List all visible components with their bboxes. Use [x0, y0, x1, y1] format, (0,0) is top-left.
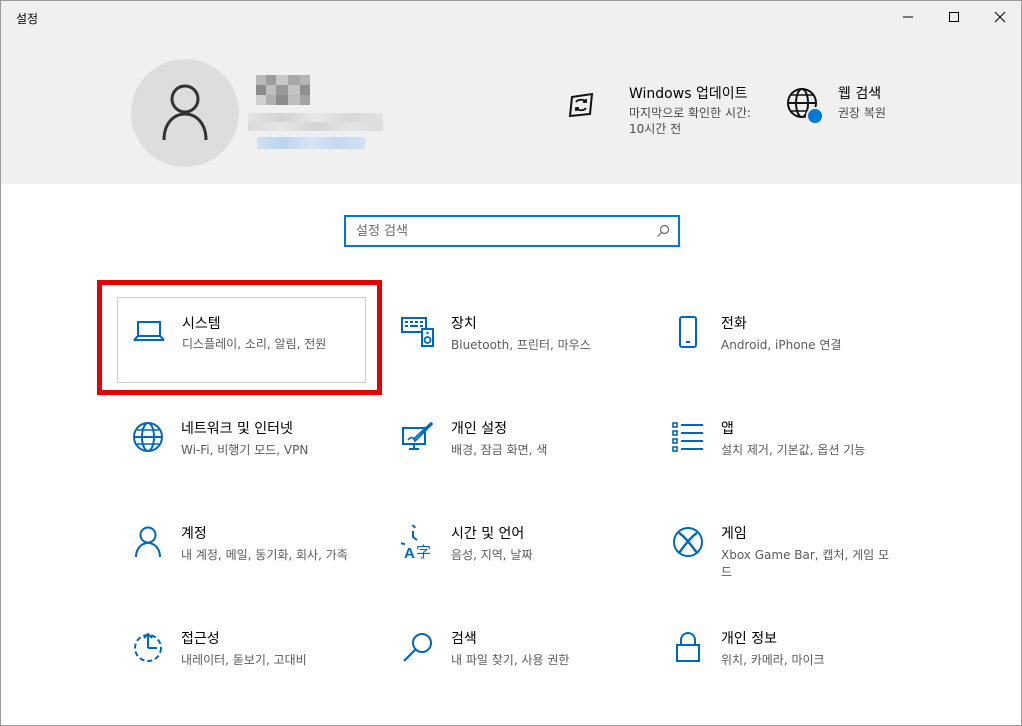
title-bar: 설정	[1, 1, 1021, 33]
tile-time-language-name: 시간 및 언어	[451, 526, 525, 542]
tile-phone-name: 전화	[721, 316, 747, 332]
tile-ease-of-access-desc: 내레이터, 돋보기, 고대비	[181, 653, 307, 667]
tile-gaming[interactable]: 게임 Xbox Game Bar, 캡처, 게임 모드	[671, 525, 921, 609]
tile-personalization-desc: 배경, 잠금 화면, 색	[451, 443, 548, 457]
person-icon	[131, 525, 165, 559]
tile-devices-desc: Bluetooth, 프린터, 마우스	[451, 338, 591, 352]
globe-badge-icon	[784, 85, 824, 125]
maximize-button[interactable]	[931, 1, 977, 33]
xbox-icon	[671, 525, 705, 559]
maximize-icon	[949, 12, 959, 22]
tile-network-name: 네트워크 및 인터넷	[181, 421, 293, 437]
globe-icon	[131, 420, 165, 454]
close-button[interactable]	[977, 1, 1021, 33]
windows-update-title: Windows 업데이트	[629, 86, 748, 102]
window-title: 설정	[16, 12, 39, 26]
tile-apps-desc: 설치 제거, 기본값, 옵션 기능	[721, 443, 866, 457]
tile-accounts[interactable]: 계정 내 계정, 메일, 동기화, 회사, 가족	[131, 525, 381, 609]
account-header: Windows 업데이트 마지막으로 확인한 시간: 10시간 전 웹 검색 권…	[1, 33, 1021, 184]
phone-icon	[671, 315, 705, 349]
tile-network[interactable]: 네트워크 및 인터넷 Wi-Fi, 비행기 모드, VPN	[131, 420, 381, 504]
tile-personalization-name: 개인 설정	[451, 421, 507, 437]
web-search-subtitle: 권장 복원	[838, 106, 886, 120]
person-icon	[162, 84, 208, 141]
tile-time-language-desc: 음성, 지역, 날짜	[451, 548, 533, 562]
settings-window: 설정 Windows 업데이트 마지막으로 확인한 시간: 10시간 전 웹 검…	[0, 0, 1022, 726]
tile-privacy[interactable]: 개인 정보 위치, 카메라, 마이크	[671, 630, 921, 714]
tile-devices[interactable]: 장치 Bluetooth, 프린터, 마우스	[401, 315, 651, 399]
windows-update-icon	[561, 85, 601, 125]
web-search-title: 웹 검색	[838, 86, 882, 102]
personalization-icon	[401, 420, 435, 454]
tile-ease-of-access[interactable]: 접근성 내레이터, 돋보기, 고대비	[131, 630, 381, 714]
search-icon	[401, 630, 435, 664]
svg-text:A: A	[404, 545, 415, 559]
tile-time-language[interactable]: A 字 시간 및 언어 음성, 지역, 날짜	[401, 525, 651, 609]
keyboard-speaker-icon	[401, 315, 435, 349]
tile-ease-of-access-name: 접근성	[181, 631, 220, 647]
tile-network-desc: Wi-Fi, 비행기 모드, VPN	[181, 443, 309, 457]
tile-privacy-name: 개인 정보	[721, 631, 777, 647]
user-link-redacted	[257, 137, 365, 149]
time-language-icon: A 字	[401, 525, 435, 559]
close-icon	[994, 11, 1006, 23]
tile-search-name: 검색	[451, 631, 477, 647]
laptop-icon	[132, 314, 166, 348]
user-email-redacted	[248, 113, 383, 131]
user-name-redacted	[256, 75, 310, 105]
minimize-icon	[903, 16, 913, 18]
ease-of-access-icon	[131, 630, 165, 664]
tile-accounts-desc: 내 계정, 메일, 동기화, 회사, 가족	[181, 548, 348, 562]
svg-text:字: 字	[416, 543, 431, 559]
tile-search-desc: 내 파일 찾기, 사용 권한	[451, 653, 570, 667]
tile-system[interactable]: 시스템 디스플레이, 소리, 알림, 전원	[117, 297, 366, 383]
avatar[interactable]	[131, 59, 239, 167]
tile-personalization[interactable]: 개인 설정 배경, 잠금 화면, 색	[401, 420, 651, 504]
windows-update-link[interactable]: Windows 업데이트 마지막으로 확인한 시간: 10시간 전	[561, 85, 755, 137]
settings-search-input[interactable]	[346, 218, 646, 244]
apps-list-icon	[671, 420, 705, 454]
tile-system-desc: 디스플레이, 소리, 알림, 전원	[182, 337, 327, 351]
search-icon[interactable]	[656, 224, 670, 238]
tile-system-name: 시스템	[182, 316, 221, 332]
minimize-button[interactable]	[885, 1, 931, 33]
tile-gaming-name: 게임	[721, 526, 747, 542]
windows-update-status: 마지막으로 확인한 시간: 10시간 전	[629, 106, 752, 136]
tile-devices-name: 장치	[451, 316, 477, 332]
tile-privacy-desc: 위치, 카메라, 마이크	[721, 653, 825, 667]
tile-accounts-name: 계정	[181, 526, 207, 542]
web-search-link[interactable]: 웹 검색 권장 복원	[784, 85, 886, 125]
tile-search[interactable]: 검색 내 파일 찾기, 사용 권한	[401, 630, 651, 714]
settings-search-box	[344, 215, 680, 247]
tile-phone[interactable]: 전화 Android, iPhone 연결	[671, 315, 921, 399]
lock-icon	[671, 630, 705, 664]
tile-apps[interactable]: 앱 설치 제거, 기본값, 옵션 기능	[671, 420, 921, 504]
tile-gaming-desc: Xbox Game Bar, 캡처, 게임 모드	[721, 548, 890, 579]
tile-phone-desc: Android, iPhone 연결	[721, 338, 842, 352]
tile-apps-name: 앱	[721, 421, 734, 437]
